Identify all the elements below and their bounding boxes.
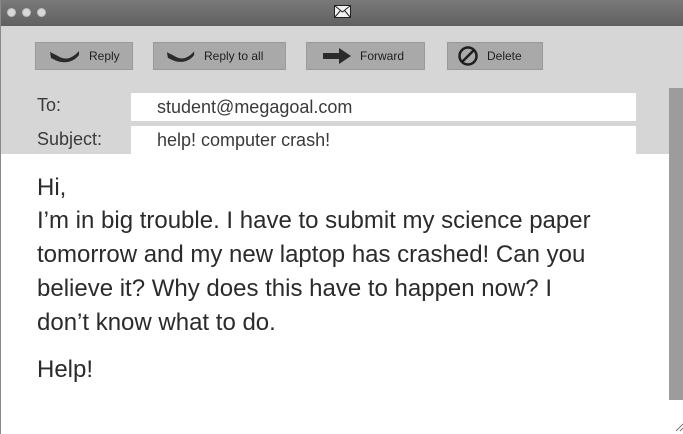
subject-field[interactable]: help! computer crash! — [131, 126, 636, 154]
prohibited-icon — [458, 46, 478, 66]
reply-all-button-label: Reply to all — [204, 49, 264, 63]
vertical-scrollbar[interactable] — [669, 88, 683, 400]
subject-label: Subject: — [37, 129, 103, 149]
reply-button-label: Reply — [89, 49, 120, 63]
greeting-text: Hi, — [37, 174, 67, 201]
close-window-button[interactable] — [7, 8, 16, 17]
email-window: Reply Reply to all Forward Delete To: st… — [0, 0, 683, 434]
reply-button[interactable]: Reply — [35, 42, 133, 70]
reply-all-arrow-icon — [166, 51, 195, 62]
to-field[interactable]: student@megagoal.com — [131, 93, 636, 121]
minimize-window-button[interactable] — [22, 8, 31, 17]
delete-button-label: Delete — [487, 49, 522, 63]
message-header: To: student@megagoal.com Subject: help! … — [1, 88, 669, 154]
reply-arrow-icon — [50, 51, 79, 63]
message-line: believe it? Why does this have to happen… — [37, 275, 552, 302]
message-line: don’t know what to do. — [37, 309, 276, 336]
forward-arrow-icon — [323, 48, 351, 64]
delete-button[interactable]: Delete — [447, 42, 543, 70]
forward-button[interactable]: Forward — [306, 42, 425, 70]
zoom-window-button[interactable] — [37, 8, 46, 17]
title-bar[interactable] — [1, 0, 683, 26]
reply-all-button[interactable]: Reply to all — [153, 42, 286, 70]
message-line: tomorrow and my new laptop has crashed! … — [37, 241, 586, 268]
resize-grip-icon[interactable] — [672, 420, 683, 432]
to-label: To: — [37, 95, 62, 115]
forward-button-label: Forward — [360, 49, 405, 63]
message-line: I’m in big trouble. I have to submit my … — [37, 207, 591, 234]
closing-text: Help! — [37, 356, 94, 383]
message-body[interactable]: Hi, I’m in big trouble. I have to submit… — [1, 154, 669, 434]
toolbar: Reply Reply to all Forward Delete — [1, 26, 683, 89]
envelope-icon — [334, 5, 351, 18]
